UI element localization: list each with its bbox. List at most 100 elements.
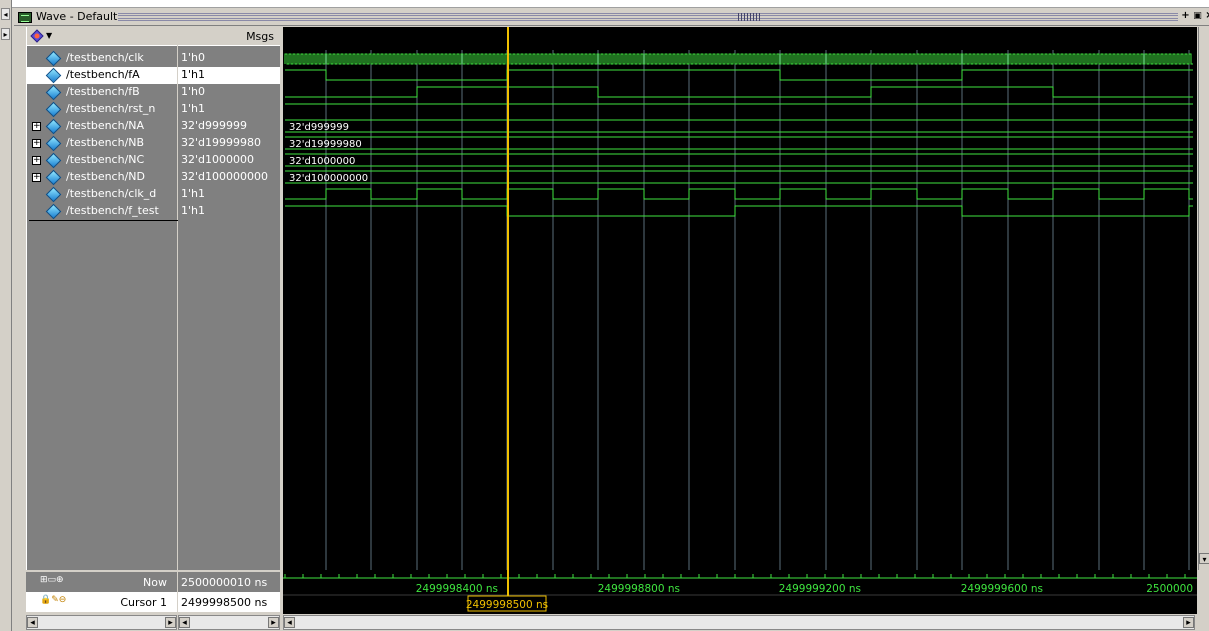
left-gutter: ◂ ▸ (0, 0, 12, 631)
scroll-right-icon[interactable]: ▸ (165, 617, 176, 628)
wave-tools-icon[interactable] (30, 29, 44, 43)
wave-window-icon (18, 12, 32, 23)
signal-value: 1'h1 (181, 204, 205, 217)
signal-name: /testbench/fB (66, 85, 140, 98)
value-pane-header: Msgs (178, 27, 280, 46)
close-icon[interactable]: × (1204, 11, 1209, 22)
signal-row[interactable]: + /testbench/NC (27, 152, 177, 169)
value-row[interactable]: 32'd19999980 (178, 135, 280, 152)
bus-wave (285, 153, 1193, 167)
signal-diamond-icon (45, 169, 62, 186)
gutter-arrow-icon[interactable]: ▸ (1, 28, 10, 40)
scroll-left-icon[interactable]: ◂ (27, 617, 38, 628)
cursor-1-row[interactable]: 🔒✎⊖ Cursor 1 (26, 592, 177, 612)
value-pane-hscroll[interactable]: ◂ ▸ (178, 615, 280, 630)
timeline[interactable]: 2499998400 ns 2499998800 ns 2499999200 ns 2… (283, 570, 1197, 614)
signal-diamond-icon (45, 101, 62, 118)
signal-pane-hscroll[interactable]: ◂ ▸ (26, 615, 177, 630)
waveform-pane[interactable]: 32'd999999 32'd19999980 32'd1000000 32'd100… (283, 27, 1197, 570)
signal-row[interactable]: + /testbench/ND (27, 169, 177, 186)
bus-value-label: 32'd1000000 (289, 156, 355, 167)
signal-pane-header: ▼ (27, 27, 177, 46)
vertical-scrollbar[interactable]: ▾ (1198, 27, 1209, 570)
signal-row[interactable]: /testbench/fA (27, 67, 177, 84)
scroll-right-icon[interactable]: ▸ (1183, 617, 1194, 628)
expand-icon[interactable]: + (32, 173, 41, 182)
add-icon[interactable]: + (1180, 11, 1191, 22)
bus-wave (285, 119, 1193, 133)
signal-value: 1'h0 (181, 51, 205, 64)
signal-row[interactable]: /testbench/clk_d (27, 186, 177, 203)
bus-wave (285, 170, 1193, 184)
wave-pane-hscroll[interactable]: ◂ ▸ (283, 615, 1195, 630)
signal-diamond-icon (45, 203, 62, 220)
signal-name: /testbench/f_test (66, 204, 159, 217)
title-grip[interactable] (118, 13, 1178, 21)
timeline-canvas[interactable]: 2499998400 ns 2499998800 ns 2499999200 ns 2… (283, 570, 1197, 614)
msgs-label: Msgs (246, 30, 274, 43)
bus-wave (285, 136, 1193, 150)
value-row[interactable]: 32'd100000000 (178, 169, 280, 186)
window-title: Wave - Default (36, 10, 118, 23)
signal-name: /testbench/NC (66, 153, 145, 166)
signal-row[interactable]: /testbench/rst_n (27, 101, 177, 118)
now-value-box: 2500000010 ns (178, 572, 280, 592)
signal-diamond-icon (45, 186, 62, 203)
gutter-arrow-icon[interactable]: ◂ (1, 8, 10, 20)
value-row[interactable]: 1'h1 (178, 186, 280, 203)
timeline-label: 2499999600 ns (961, 583, 1043, 595)
timeline-label: 2499999200 ns (779, 583, 861, 595)
value-row[interactable]: 1'h1 (178, 67, 280, 84)
value-row[interactable]: 32'd1000000 (178, 152, 280, 169)
cursor-1-label: Cursor 1 (120, 596, 167, 609)
value-row[interactable]: 1'h1 (178, 203, 280, 220)
cursor-add-icon[interactable]: ⊞▭⊕ (40, 575, 64, 585)
signal-name: /testbench/clk (66, 51, 144, 64)
expand-icon[interactable]: + (32, 139, 41, 148)
signal-row[interactable]: /testbench/clk (27, 50, 177, 67)
fA-wave (285, 69, 1193, 81)
signal-diamond-icon (45, 152, 62, 169)
clk_d-wave (285, 188, 1193, 200)
signal-name-pane: ▼ /testbench/clk/testbench/fA/testbench/… (26, 27, 275, 570)
expand-icon[interactable]: + (32, 156, 41, 165)
signal-value: 1'h1 (181, 187, 205, 200)
bus-value-label: 32'd999999 (289, 122, 349, 133)
bus-value-label: 32'd100000000 (289, 173, 368, 184)
signal-row[interactable]: + /testbench/NA (27, 118, 177, 135)
expand-icon[interactable]: + (32, 122, 41, 131)
dropdown-arrow-icon[interactable]: ▼ (46, 31, 52, 40)
signal-name: /testbench/NB (66, 136, 145, 149)
horizontal-scrollbars: ◂ ▸ ◂ ▸ ◂ ▸ (14, 614, 1209, 631)
scroll-right-icon[interactable]: ▸ (268, 617, 279, 628)
value-row[interactable]: 1'h1 (178, 101, 280, 118)
cursor-1-value: 2499998500 ns (181, 596, 268, 609)
cursor-value-box[interactable]: 2499998500 ns (178, 592, 280, 612)
waveform-canvas[interactable]: 32'd999999 32'd19999980 32'd1000000 32'd100… (283, 27, 1197, 570)
clk-wave (284, 53, 1193, 65)
signal-diamond-icon (45, 135, 62, 152)
scroll-left-icon[interactable]: ◂ (179, 617, 190, 628)
value-pane: Msgs 1'h0 1'h1 1'h0 1'h1 32'd999999 32'd19999… (178, 27, 280, 570)
cursor-lock-icon[interactable]: 🔒✎⊖ (40, 595, 66, 605)
scroll-left-icon[interactable]: ◂ (284, 617, 295, 628)
top-strip (12, 0, 1209, 8)
signal-row[interactable]: + /testbench/NB (27, 135, 177, 152)
value-row[interactable]: 1'h0 (178, 50, 280, 67)
signal-value: 1'h0 (181, 85, 205, 98)
fB-wave (285, 86, 1193, 98)
title-bar[interactable]: Wave - Default + ▣ × (14, 9, 1209, 26)
scroll-down-icon[interactable]: ▾ (1199, 553, 1209, 564)
timeline-label: 2499998800 ns (598, 583, 680, 595)
cursor-marker-label: 2499998500 ns (466, 599, 548, 611)
value-row[interactable]: 32'd999999 (178, 118, 280, 135)
signal-diamond-icon (45, 50, 62, 67)
undock-icon[interactable]: ▣ (1192, 11, 1203, 22)
value-row[interactable]: 1'h0 (178, 84, 280, 101)
now-row: ⊞▭⊕ Now (26, 572, 177, 592)
signal-name: /testbench/clk_d (66, 187, 157, 200)
signal-row[interactable]: /testbench/fB (27, 84, 177, 101)
signal-row[interactable]: /testbench/f_test (27, 203, 177, 220)
signal-name: /testbench/rst_n (66, 102, 156, 115)
signal-name: /testbench/NA (66, 119, 145, 132)
